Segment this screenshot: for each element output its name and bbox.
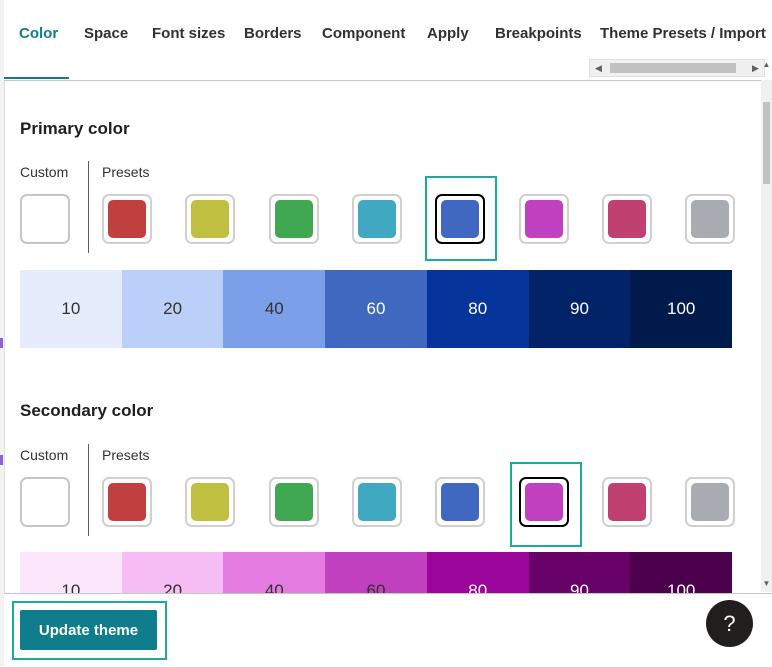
scroll-up-icon[interactable]: ▲ — [761, 60, 772, 69]
secondary-ramp-step: 40 — [223, 552, 326, 593]
swatch-color-fill — [441, 483, 479, 521]
primary-ramp-step: 10 — [20, 270, 122, 348]
primary-color-ramp: 10 20 40 60 80 90 100 — [20, 270, 733, 348]
tab-component[interactable]: Component — [322, 25, 405, 42]
swatch-color-fill — [191, 483, 229, 521]
primary-ramp-step: 90 — [528, 270, 631, 348]
primary-custom-label: Custom — [20, 164, 69, 180]
secondary-color-title: Secondary color — [20, 401, 154, 420]
secondary-preset-swatch[interactable] — [519, 477, 569, 527]
secondary-preset-swatch[interactable] — [185, 477, 235, 527]
tab-color[interactable]: Color — [19, 25, 58, 42]
scroll-left-icon[interactable]: ◀ — [590, 60, 607, 76]
swatch-color-fill — [191, 200, 229, 238]
scrollbar-thumb[interactable] — [610, 63, 736, 73]
secondary-preset-swatch[interactable] — [602, 477, 652, 527]
swatch-color-fill — [525, 483, 563, 521]
primary-preset-swatch[interactable] — [685, 194, 735, 244]
primary-preset-swatch[interactable] — [352, 194, 402, 244]
primary-ramp-step: 40 — [223, 270, 326, 348]
swatch-color-fill — [108, 200, 146, 238]
primary-ramp-step: 100 — [630, 270, 733, 348]
swatch-color-fill — [441, 200, 479, 238]
secondary-preset-swatch[interactable] — [352, 477, 402, 527]
swatch-color-fill — [608, 483, 646, 521]
secondary-ramp-step: 100 — [630, 552, 733, 593]
divider — [88, 161, 89, 253]
tab-apply[interactable]: Apply — [427, 25, 469, 42]
secondary-presets-label: Presets — [102, 447, 150, 463]
vertical-scrollbar[interactable]: ▲ ▼ — [761, 60, 772, 592]
scroll-down-icon[interactable]: ▼ — [761, 579, 772, 588]
swatch-color-fill — [691, 483, 729, 521]
swatch-color-fill — [358, 200, 396, 238]
secondary-ramp-step: 10 — [20, 552, 122, 593]
primary-ramp-step: 20 — [121, 270, 224, 348]
secondary-custom-swatch[interactable] — [20, 477, 70, 527]
secondary-preset-swatch[interactable] — [102, 477, 152, 527]
secondary-ramp-step: 60 — [325, 552, 427, 593]
tab-font-sizes[interactable]: Font sizes — [152, 25, 225, 42]
swatch-color-fill — [608, 200, 646, 238]
scrollbar-thumb[interactable] — [763, 102, 770, 184]
update-theme-button[interactable]: Update theme — [20, 610, 157, 650]
divider — [88, 444, 89, 536]
swatch-color-fill — [358, 483, 396, 521]
background-marker — [0, 338, 3, 348]
primary-preset-swatch[interactable] — [102, 194, 152, 244]
swatch-color-fill — [275, 483, 313, 521]
swatch-color-fill — [275, 200, 313, 238]
secondary-preset-swatch[interactable] — [269, 477, 319, 527]
primary-preset-swatch[interactable] — [435, 194, 485, 244]
primary-ramp-step: 60 — [325, 270, 427, 348]
secondary-custom-label: Custom — [20, 447, 69, 463]
swatch-color-fill — [108, 483, 146, 521]
tab-borders[interactable]: Borders — [244, 25, 302, 42]
tab-breakpoints[interactable]: Breakpoints — [495, 25, 582, 42]
primary-custom-swatch[interactable] — [20, 194, 70, 244]
color-settings-panel: Primary color Custom Presets 10 20 40 60 80 9… — [4, 81, 761, 593]
primary-preset-swatch[interactable] — [602, 194, 652, 244]
primary-color-title: Primary color — [20, 119, 130, 138]
tab-space[interactable]: Space — [84, 25, 128, 42]
primary-preset-swatch[interactable] — [269, 194, 319, 244]
secondary-ramp-step: 20 — [121, 552, 224, 593]
secondary-color-ramp: 10 20 40 60 80 90 100 — [20, 552, 733, 593]
tab-horizontal-scrollbar[interactable]: ◀ ▶ — [589, 59, 765, 77]
primary-preset-swatch[interactable] — [519, 194, 569, 244]
secondary-preset-swatch[interactable] — [435, 477, 485, 527]
footer: Update theme ? — [4, 593, 772, 667]
secondary-ramp-step: 80 — [426, 552, 529, 593]
swatch-color-fill — [691, 200, 729, 238]
secondary-preset-swatch[interactable] — [685, 477, 735, 527]
swatch-color-fill — [525, 200, 563, 238]
primary-preset-swatch[interactable] — [185, 194, 235, 244]
background-marker — [0, 455, 3, 465]
tab-theme-presets-import[interactable]: Theme Presets / Import — [600, 25, 766, 42]
primary-ramp-step: 80 — [426, 270, 529, 348]
help-icon[interactable]: ? — [706, 600, 753, 647]
secondary-ramp-step: 90 — [528, 552, 631, 593]
primary-presets-label: Presets — [102, 164, 150, 180]
active-tab-indicator — [4, 77, 69, 79]
tab-bar: Color Space Font sizes Borders Component… — [4, 0, 770, 81]
